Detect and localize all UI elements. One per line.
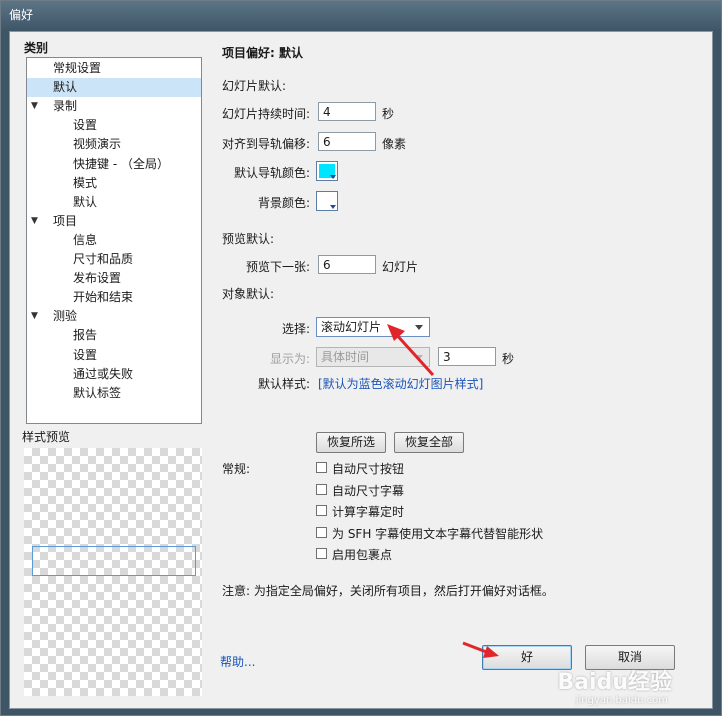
- category-item-label: 报告: [73, 328, 98, 343]
- snap-offset-label: 对齐到导轨偏移:: [222, 137, 311, 151]
- preview-caption-box: [32, 546, 196, 576]
- baidu-watermark-logo: Baidu经验: [557, 670, 672, 695]
- snap-offset-unit: 像素: [382, 137, 407, 151]
- display-as-value: 具体时间: [321, 350, 370, 364]
- expand-toggle-icon[interactable]: ▼: [31, 307, 38, 326]
- option-checkbox[interactable]: [316, 505, 327, 516]
- category-item[interactable]: 设置: [27, 346, 201, 365]
- background-color-label: 背景颜色:: [258, 196, 311, 210]
- option-checkbox[interactable]: [316, 462, 327, 473]
- category-item[interactable]: 尺寸和品质: [27, 250, 201, 269]
- baidu-watermark-url: jingyan.baidu.com: [575, 695, 668, 706]
- color-dropdown-arrow-icon: [330, 205, 336, 209]
- object-select-dropdown[interactable]: 滚动幻灯片: [316, 317, 430, 337]
- help-link[interactable]: 帮助...: [220, 653, 255, 670]
- category-item[interactable]: 常规设置: [27, 59, 201, 78]
- category-item-label: 设置: [73, 118, 98, 133]
- category-item-label: 设置: [73, 347, 98, 362]
- category-item[interactable]: 默认: [27, 193, 201, 212]
- general-label: 常规:: [222, 462, 251, 476]
- preview-next-input[interactable]: 6: [318, 255, 376, 274]
- category-item[interactable]: ▼ 录制: [27, 97, 201, 116]
- category-item-label: 发布设置: [73, 271, 122, 286]
- title-bar[interactable]: 偏好: [1, 1, 721, 31]
- expand-toggle-icon[interactable]: ▼: [31, 212, 38, 231]
- category-item-label: 信息: [73, 232, 98, 247]
- category-item[interactable]: ▼ 测验: [27, 307, 201, 326]
- option-checkbox[interactable]: [316, 526, 327, 538]
- snap-offset-input[interactable]: 6: [318, 132, 376, 151]
- option-label[interactable]: 启用包裹点: [332, 546, 392, 563]
- preferences-dialog: 偏好 类别 常规设置 默认 ▼ 录制 设置 视频演示 快捷键 - （全局） 模式 默认 ▼ 项目 信息…: [0, 0, 722, 716]
- background-color-swatch[interactable]: [316, 191, 338, 211]
- slide-duration-unit: 秒: [382, 107, 395, 121]
- page-title: 项目偏好: 默认: [222, 46, 303, 60]
- option-label[interactable]: 为 SFH 字幕使用文本字幕代替智能形状: [332, 525, 543, 542]
- category-item[interactable]: 默认: [27, 78, 201, 98]
- category-tree[interactable]: 常规设置 默认 ▼ 录制 设置 视频演示 快捷键 - （全局） 模式 默认 ▼ 项目 信息 尺寸和品质发…: [26, 57, 202, 424]
- category-item[interactable]: 信息: [27, 231, 201, 250]
- chevron-down-icon: [415, 325, 423, 330]
- category-item-label: 尺寸和品质: [73, 252, 134, 266]
- category-item-label: 项目: [53, 213, 78, 228]
- guide-color-label: 默认导轨颜色:: [234, 166, 311, 180]
- color-dropdown-arrow-icon: [330, 175, 336, 179]
- window-title: 偏好: [9, 8, 34, 22]
- category-item[interactable]: 设置: [27, 116, 201, 135]
- category-item-label: 视频演示: [73, 137, 122, 152]
- category-item-label: 默认标签: [73, 385, 122, 400]
- restore-all-button[interactable]: 恢复全部: [394, 432, 464, 453]
- category-item[interactable]: 报告: [27, 326, 201, 345]
- category-item[interactable]: 视频演示: [27, 135, 201, 154]
- category-item[interactable]: 模式: [27, 174, 201, 193]
- style-preview-label: 样式预览: [22, 430, 71, 444]
- category-item-label: 默认: [53, 80, 78, 95]
- option-checkbox[interactable]: [316, 483, 327, 495]
- expand-toggle-icon[interactable]: ▼: [31, 97, 38, 116]
- display-as-label: 显示为:: [270, 352, 311, 366]
- select-label: 选择:: [282, 322, 311, 336]
- slide-duration-label: 幻灯片持续时间:: [222, 107, 311, 121]
- category-item[interactable]: ▼ 项目: [27, 212, 201, 231]
- note-text: 注意: 为指定全局偏好，关闭所有项目，然后打开偏好对话框。: [222, 584, 554, 598]
- category-item-label: 常规设置: [53, 61, 102, 75]
- category-item-label: 录制: [53, 99, 78, 114]
- object-select-value: 滚动幻灯片: [321, 320, 382, 334]
- slide-defaults-heading: 幻灯片默认:: [222, 79, 287, 93]
- preview-next-unit: 幻灯片: [382, 260, 419, 274]
- display-as-dropdown[interactable]: 具体时间: [316, 347, 430, 367]
- restore-selected-button[interactable]: 恢复所选: [316, 432, 386, 453]
- default-style-link[interactable]: [默认为蓝色滚动幻灯图片样式]: [318, 375, 483, 392]
- object-defaults-heading: 对象默认:: [222, 287, 275, 301]
- display-seconds-unit: 秒: [502, 352, 515, 366]
- display-seconds-input[interactable]: 3: [438, 347, 496, 366]
- category-item[interactable]: 发布设置: [27, 269, 201, 288]
- style-preview: [24, 448, 202, 696]
- option-label[interactable]: 自动尺寸字幕: [332, 482, 404, 499]
- category-item-label: 通过或失败: [73, 366, 134, 381]
- category-item[interactable]: 开始和结束: [27, 288, 201, 307]
- category-item-label: 快捷键 - （全局）: [73, 156, 169, 171]
- category-heading: 类别: [24, 41, 49, 55]
- category-item[interactable]: 快捷键 - （全局）: [27, 155, 201, 174]
- preview-defaults-heading: 预览默认:: [222, 232, 275, 246]
- chevron-down-icon: [415, 355, 423, 360]
- category-item-label: 默认: [73, 194, 98, 209]
- slide-duration-input[interactable]: 4: [318, 102, 376, 121]
- category-item-label: 模式: [73, 175, 98, 190]
- default-style-label: 默认样式:: [258, 377, 311, 391]
- option-label[interactable]: 计算字幕定时: [332, 503, 404, 520]
- category-item[interactable]: 通过或失败: [27, 365, 201, 384]
- dialog-client-area: 类别 常规设置 默认 ▼ 录制 设置 视频演示 快捷键 - （全局） 模式 默认 ▼ 项目 信息 尺寸和…: [9, 31, 713, 709]
- option-label[interactable]: 自动尺寸按钮: [332, 460, 404, 477]
- preview-next-label: 预览下一张:: [246, 260, 311, 274]
- category-item-label: 测验: [53, 309, 78, 324]
- category-item[interactable]: 默认标签: [27, 384, 201, 403]
- guide-color-swatch[interactable]: [316, 161, 338, 181]
- option-checkbox[interactable]: [316, 548, 327, 559]
- category-item-label: 开始和结束: [73, 290, 134, 305]
